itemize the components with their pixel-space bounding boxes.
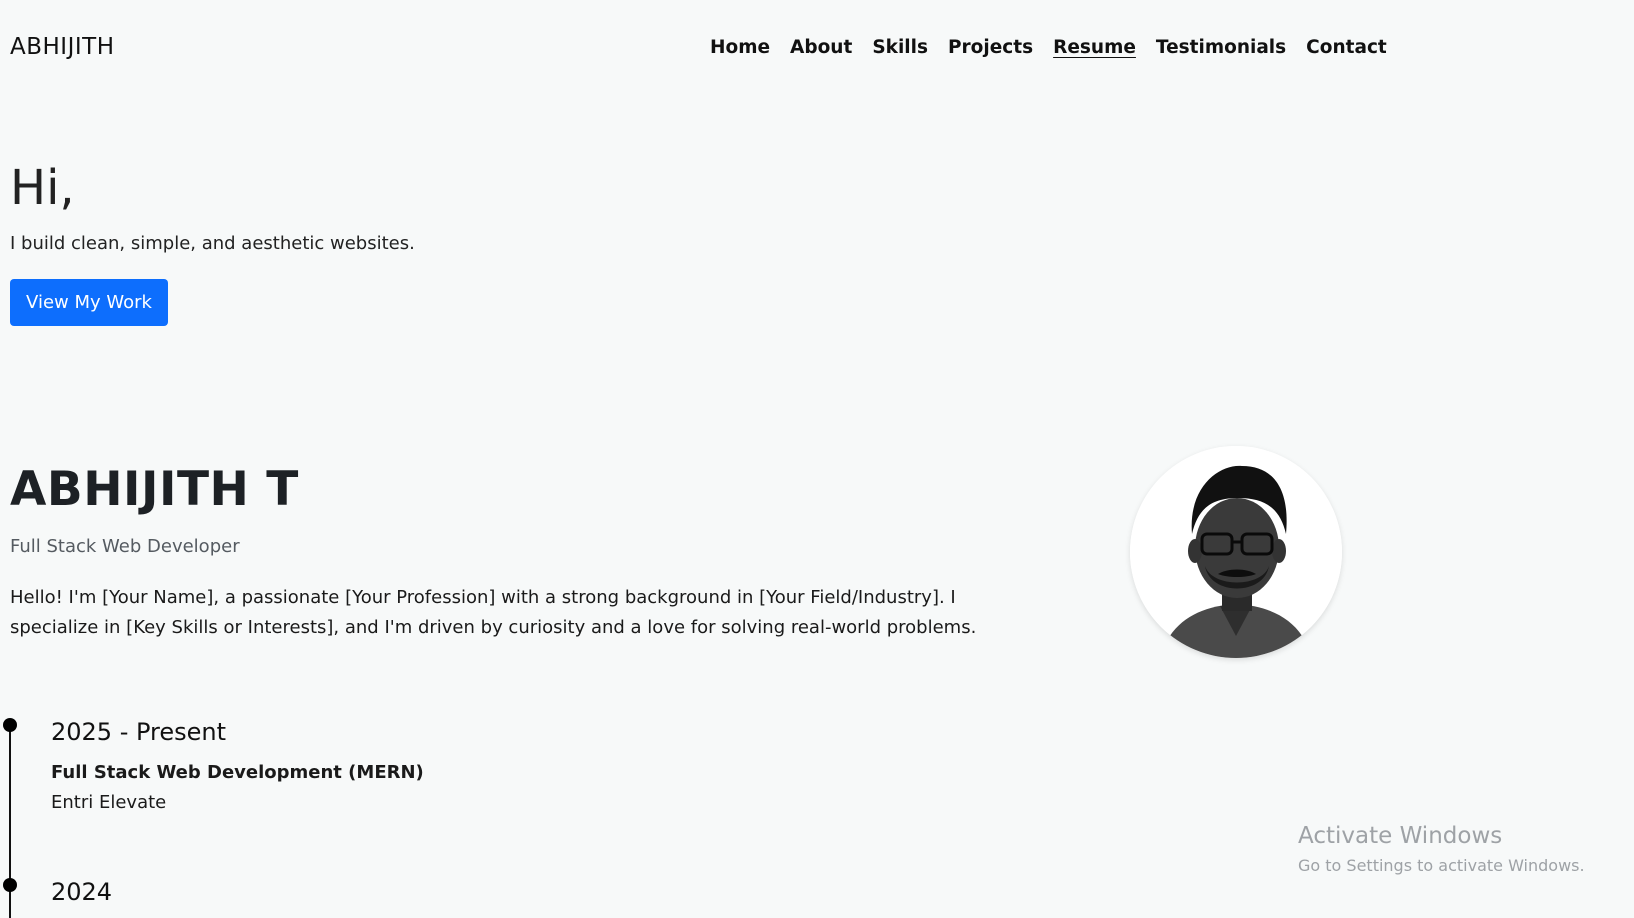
nav-resume[interactable]: Resume <box>1053 37 1136 58</box>
timeline-title: Full Stack Web Development (MERN) <box>51 762 424 783</box>
nav-testimonials[interactable]: Testimonials <box>1156 37 1286 58</box>
nav-contact[interactable]: Contact <box>1306 37 1387 58</box>
timeline-dot <box>3 878 17 892</box>
person-portrait-icon <box>1130 446 1342 658</box>
site-brand[interactable]: ABHIJITH <box>10 34 115 60</box>
profile-bio: Hello! I'm [Your Name], a passionate [Yo… <box>10 587 977 638</box>
activate-windows-title: Activate Windows <box>1298 823 1503 849</box>
avatar <box>1130 446 1342 658</box>
nav-home[interactable]: Home <box>710 37 770 58</box>
timeline-year: 2024 <box>51 878 113 906</box>
hero-greeting: Hi, <box>10 160 75 216</box>
main-nav: Home About Skills Projects Resume Testim… <box>710 37 1387 58</box>
timeline-year: 2025 - Present <box>51 718 227 746</box>
view-my-work-button[interactable]: View My Work <box>10 279 168 326</box>
timeline-org: Entri Elevate <box>51 792 167 813</box>
profile-role: Full Stack Web Developer <box>10 536 240 557</box>
timeline-dot <box>3 718 17 732</box>
nav-about[interactable]: About <box>790 37 852 58</box>
profile-name: ABHIJITH T <box>10 462 299 517</box>
page: ABHIJITH Home About Skills Projects Resu… <box>0 0 1634 918</box>
activate-windows-subtitle: Go to Settings to activate Windows. <box>1298 856 1585 875</box>
nav-projects[interactable]: Projects <box>948 37 1033 58</box>
hero-tagline: I build clean, simple, and aesthetic web… <box>10 233 415 254</box>
nav-skills[interactable]: Skills <box>872 37 928 58</box>
